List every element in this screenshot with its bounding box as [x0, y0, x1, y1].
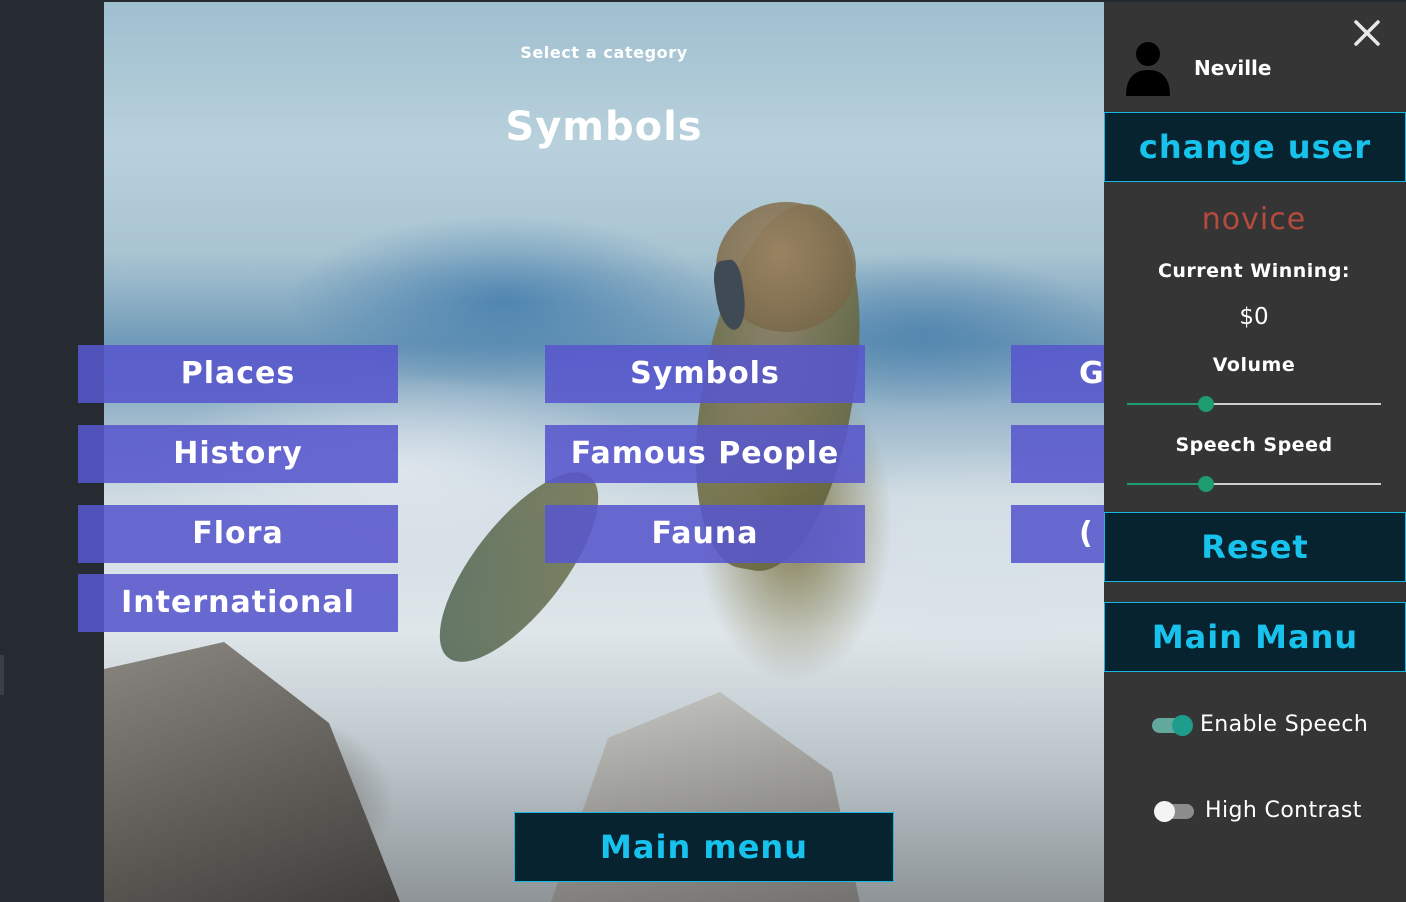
enable-speech-toggle[interactable]: Enable Speech — [1104, 710, 1404, 740]
high-contrast-toggle[interactable]: High Contrast — [1104, 796, 1404, 826]
category-places-button[interactable]: Places — [78, 345, 398, 403]
category-flora-button[interactable]: Flora — [78, 505, 398, 563]
main-menu-button[interactable]: Main menu — [514, 812, 894, 882]
settings-sidebar: Neville change user novice Current Winni… — [1104, 2, 1406, 902]
volume-slider-fill — [1127, 403, 1206, 405]
current-winning-label: Current Winning: — [1157, 260, 1351, 282]
category-symbols-button[interactable]: Symbols — [545, 345, 865, 403]
category-history-button[interactable]: History — [78, 425, 398, 483]
app-frame: Select a category Symbols Places Symbols… — [0, 0, 1406, 902]
category-button-clipped-1[interactable]: G — [1011, 345, 1104, 403]
rock-left — [104, 642, 404, 902]
level-badge: novice — [1201, 202, 1307, 237]
category-famous-people-button[interactable]: Famous People — [545, 425, 865, 483]
enable-speech-toggle-knob[interactable] — [1172, 715, 1193, 736]
category-fauna-button[interactable]: Fauna — [545, 505, 865, 563]
speech-speed-slider-thumb[interactable] — [1197, 476, 1214, 492]
gutter-edge — [0, 655, 4, 695]
speech-speed-slider-fill — [1127, 483, 1206, 485]
volume-slider[interactable] — [1127, 395, 1381, 413]
change-user-button[interactable]: change user — [1104, 112, 1406, 182]
close-icon[interactable] — [1352, 18, 1382, 48]
username: Neville — [1194, 56, 1272, 80]
speech-speed-label: Speech Speed — [1175, 434, 1333, 456]
page-title: Symbols — [505, 104, 703, 150]
bird-wing — [412, 448, 626, 686]
category-international-button[interactable]: International — [78, 574, 398, 632]
reset-button[interactable]: Reset — [1104, 512, 1406, 582]
volume-slider-thumb[interactable] — [1197, 396, 1214, 412]
high-contrast-toggle-knob[interactable] — [1154, 801, 1175, 822]
volume-label: Volume — [1212, 354, 1296, 376]
current-winning-value: $0 — [1239, 304, 1269, 330]
page-subtitle: Select a category — [520, 43, 688, 62]
user-icon — [1126, 42, 1170, 96]
high-contrast-label: High Contrast — [1205, 798, 1362, 823]
speech-speed-slider[interactable] — [1127, 475, 1381, 493]
category-button-clipped-2[interactable] — [1011, 425, 1104, 483]
sidebar-main-menu-button[interactable]: Main Manu — [1104, 602, 1406, 672]
enable-speech-label: Enable Speech — [1200, 712, 1369, 737]
category-button-clipped-3[interactable]: ( — [1011, 505, 1104, 563]
